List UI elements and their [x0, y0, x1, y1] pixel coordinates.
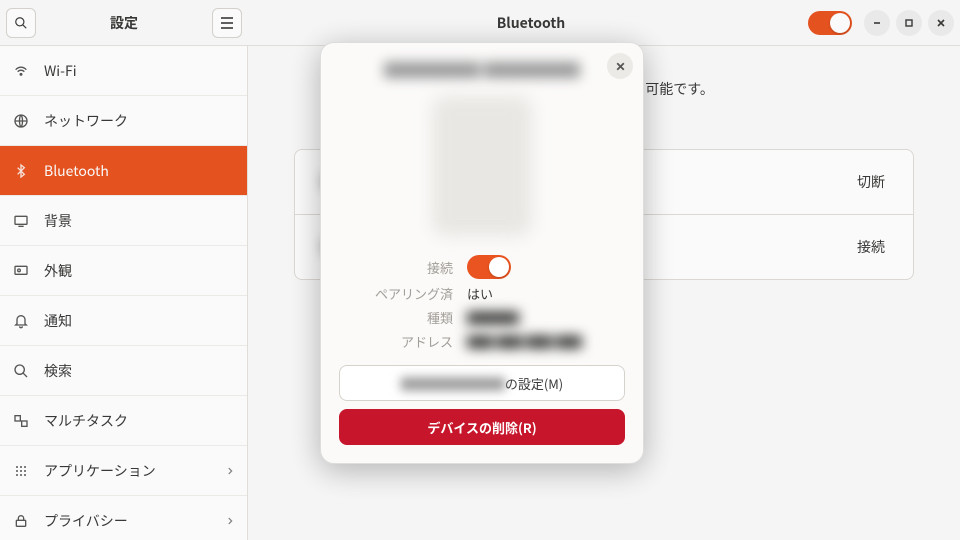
- kv-connect: 接続: [339, 255, 625, 279]
- kv-paired: ペアリング済 はい: [339, 284, 625, 303]
- label-suffix: の設定(M): [505, 374, 563, 393]
- label: ペアリング済: [339, 284, 453, 303]
- value: はい: [467, 284, 493, 303]
- remove-device-button[interactable]: デバイスの削除(R): [339, 409, 625, 445]
- dialog-body: 接続 ペアリング済 はい 種類 ████ アドレス ██:██:██:██ ██…: [321, 79, 643, 463]
- label: 種類: [339, 308, 453, 327]
- device-dialog: ██████ ██████ 接続 ペアリング済 はい 種類 ████ アドレス …: [320, 42, 644, 464]
- label: デバイスの削除(R): [427, 418, 536, 437]
- dialog-buttons: ████████ の設定(M) デバイスの削除(R): [339, 365, 625, 445]
- kv-type: 種類 ████: [339, 308, 625, 327]
- device-image: [422, 91, 542, 241]
- value-blurred: ████: [467, 308, 519, 327]
- device-settings-button[interactable]: ████████ の設定(M): [339, 365, 625, 401]
- label: 接続: [339, 258, 453, 277]
- label: アドレス: [339, 332, 453, 351]
- dialog-title: ██████ ██████: [321, 57, 643, 81]
- device-connect-toggle[interactable]: [467, 255, 511, 279]
- kv-address: アドレス ██:██:██:██: [339, 332, 625, 351]
- value-blurred: ██:██:██:██: [467, 332, 582, 351]
